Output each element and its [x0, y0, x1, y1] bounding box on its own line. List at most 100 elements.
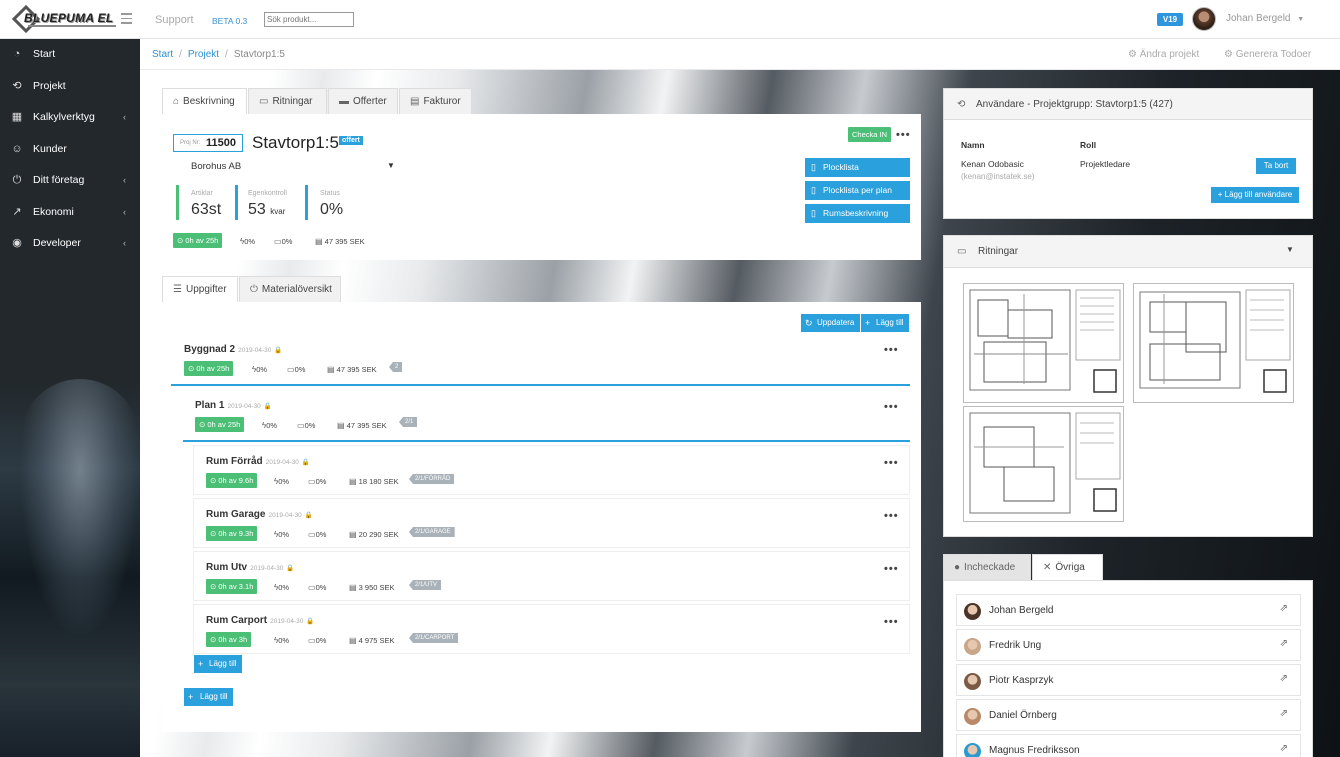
room-task-row[interactable]: Rum Utv 2019-04-30 🔒 ••• ⊙ 0h av 3.1h ϟ0% … — [193, 551, 910, 601]
tab-label: Materialöversikt — [261, 284, 332, 295]
sidebar-item-ekonomi[interactable]: ↗ Ekonomi ‹ — [0, 200, 140, 224]
edit-project-button[interactable]: ⚙ Ändra projekt — [1128, 49, 1199, 60]
pct-text: 0% — [304, 421, 316, 430]
person-row[interactable]: Daniel Örnberg ⇗ — [956, 699, 1301, 731]
tab-label: Uppgifter — [185, 284, 227, 295]
task-cost: ▤ 20 290 SEK — [349, 530, 399, 539]
tab-offerter[interactable]: ▬ Offerter — [328, 88, 398, 114]
brand-logo[interactable]: BLUEPUMA EL — [11, 4, 120, 34]
room-options-icon[interactable]: ••• — [884, 457, 899, 469]
checkin-button[interactable]: Checka IN — [848, 127, 892, 142]
pct-text: 0% — [278, 636, 290, 645]
breadcrumb-projekt[interactable]: Projekt — [188, 49, 219, 60]
tab-ovriga[interactable]: ✕ Övriga — [1032, 554, 1103, 580]
customer-dropdown-icon[interactable]: ▼ — [387, 161, 395, 170]
external-link-icon[interactable]: ⇗ — [1280, 603, 1288, 614]
credit-card-icon: ▤ — [349, 583, 357, 592]
room-task-row[interactable]: Rum Förråd 2019-04-30 🔒 ••• ⊙ 0h av 9.6h ϟ… — [193, 445, 910, 495]
drawing-thumbnail[interactable] — [963, 406, 1124, 522]
sidebar-item-ditt-f-retag[interactable]: ⏻ Ditt företag ‹ — [0, 168, 140, 192]
support-link[interactable]: Support — [155, 14, 194, 26]
pct-text: 0% — [256, 365, 268, 374]
plocklista-per-plan-button[interactable]: ▯ Plocklista per plan — [805, 181, 910, 200]
add-user-button[interactable]: + Lägg till användare — [1211, 187, 1299, 203]
add-task-button[interactable]: + Lägg till — [861, 314, 909, 332]
tab-fakturor[interactable]: ▤ Fakturor — [399, 88, 472, 114]
update-button[interactable]: ↻ Uppdatera — [801, 314, 860, 332]
progress-percent: ϟ0% — [274, 477, 289, 486]
product-search-input[interactable] — [264, 12, 354, 27]
drawing-thumbnail[interactable] — [963, 283, 1124, 403]
drawing-thumbnail[interactable] — [1133, 283, 1294, 403]
building-options-icon[interactable]: ••• — [884, 344, 899, 356]
sidebar-item-kunder[interactable]: ☺ Kunder — [0, 137, 140, 161]
user-menu[interactable]: Johan Bergeld ▼ — [1226, 13, 1304, 24]
generate-todos-button[interactable]: ⚙ Generera Todoer — [1224, 49, 1311, 60]
add-building-button[interactable]: + Lägg till — [184, 688, 233, 706]
room-options-icon[interactable]: ••• — [884, 510, 899, 522]
room-task-row[interactable]: Rum Garage 2019-04-30 🔒 ••• ⊙ 0h av 9.3h ϟ… — [193, 498, 910, 548]
external-link-icon[interactable]: ⇗ — [1280, 673, 1288, 684]
tab-beskrivning[interactable]: ⌂ Beskrivning — [162, 88, 247, 114]
external-link-icon[interactable]: ⇗ — [1280, 708, 1288, 719]
hours-badge: ⊙ 0h av 9.3h — [206, 526, 258, 541]
breadcrumb-start[interactable]: Start — [152, 49, 173, 60]
group-user-role: Projektledare — [1080, 159, 1131, 169]
tab-materialoversikt[interactable]: ⏻ Materialöversikt — [239, 276, 341, 302]
chevron-left-icon: ‹ — [123, 238, 126, 248]
task-cost: ▤ 47 395 SEK — [337, 421, 387, 430]
person-row[interactable]: Piotr Kasprzyk ⇗ — [956, 664, 1301, 696]
person-row[interactable]: Fredrik Ung ⇗ — [956, 629, 1301, 661]
add-room-button[interactable]: + Lägg till — [194, 655, 242, 673]
task-cost: ▤ 18 180 SEK — [349, 477, 399, 486]
sidebar-item-kalkylverktyg[interactable]: ▦ Kalkylverktyg ‹ — [0, 105, 140, 129]
task-date: 2019-04-30 — [238, 347, 272, 354]
sidebar-item-label: Projekt — [33, 80, 66, 92]
external-link-icon[interactable]: ⇗ — [1280, 743, 1288, 754]
caret-down-icon[interactable]: ▼ — [1286, 245, 1294, 254]
more-options-icon[interactable]: ••• — [896, 129, 911, 141]
drawings-panel-title: Ritningar — [978, 246, 1019, 257]
battery-icon: ▭ — [308, 530, 316, 539]
sidebar-item-start[interactable]: ◔ Start — [0, 42, 140, 66]
hours-badge: ⊙ 0h av 25h — [195, 417, 245, 432]
battery-percent: ▭0% — [308, 636, 326, 645]
person-row[interactable]: Johan Bergeld ⇗ — [956, 594, 1301, 626]
file-icon: ▯ — [811, 208, 816, 218]
plocklista-button[interactable]: ▯ Plocklista — [805, 158, 910, 177]
room-task-row[interactable]: Rum Carport 2019-04-30 🔒 ••• ⊙ 0h av 3h ϟ0… — [193, 604, 910, 654]
room-options-icon[interactable]: ••• — [884, 616, 899, 628]
person-name: Johan Bergeld — [989, 605, 1054, 616]
tab-ritningar[interactable]: ▭ Ritningar — [248, 88, 327, 114]
eye-icon: ◉ — [12, 237, 22, 249]
drawings-panel-header[interactable]: ▭ Ritningar ▼ — [944, 236, 1312, 268]
project-number-label: Proj Nr: — [180, 140, 201, 146]
remove-user-button[interactable]: Ta bort — [1256, 158, 1296, 174]
room-options-icon[interactable]: ••• — [884, 563, 899, 575]
tab-uppgifter[interactable]: ☰ Uppgifter — [162, 276, 238, 302]
map-icon: ▭ — [957, 246, 967, 257]
credit-card-icon: ▤ — [327, 365, 335, 374]
rumsbeskrivning-button[interactable]: ▯ Rumsbeskrivning — [805, 204, 910, 223]
lock-icon: 🔒 — [304, 512, 313, 519]
sidebar-item-label: Ekonomi — [33, 206, 74, 218]
battery-percent: ▭0% — [308, 477, 326, 486]
button-label: Lägg till användare — [1224, 190, 1293, 199]
stat-label: Artiklar — [191, 190, 213, 197]
plan-options-icon[interactable]: ••• — [884, 401, 899, 413]
avatar — [964, 743, 981, 757]
user-avatar[interactable] — [1192, 7, 1216, 31]
battery-icon: ▭ — [297, 421, 305, 430]
stat-bar-status — [305, 185, 308, 220]
user-icon: ● — [954, 562, 961, 573]
room-name: Rum Förråd 2019-04-30 🔒 — [206, 456, 310, 467]
column-role-header: Roll — [1080, 140, 1097, 150]
sidebar-item-developer[interactable]: ◉ Developer ‹ — [0, 231, 140, 255]
sidebar-item-projekt[interactable]: ⟲ Projekt — [0, 74, 140, 98]
hamburger-menu-icon[interactable] — [121, 13, 132, 25]
external-link-icon[interactable]: ⇗ — [1280, 638, 1288, 649]
person-row[interactable]: Magnus Fredriksson ⇗ — [956, 734, 1301, 757]
task-date: 2019-04-30 — [270, 618, 304, 625]
tab-incheckade[interactable]: ● Incheckade — [943, 554, 1031, 580]
tab-label: Ritningar — [272, 96, 313, 107]
